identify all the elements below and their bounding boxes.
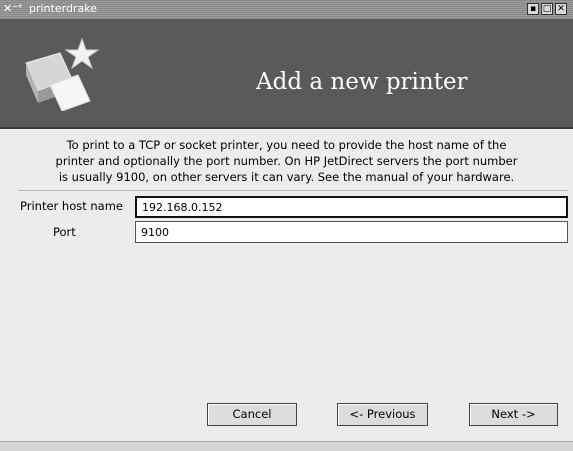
instructions-text: To print to a TCP or socket printer, you… bbox=[20, 137, 553, 185]
separator bbox=[18, 190, 568, 191]
window-title: printerdrake bbox=[29, 2, 97, 15]
instructions-line: is usually 9100, on other servers it can… bbox=[58, 170, 515, 184]
port-label: Port bbox=[53, 225, 76, 239]
port-input[interactable] bbox=[135, 221, 568, 243]
close-button[interactable]: ✕ bbox=[555, 3, 567, 15]
title-bar[interactable]: ✕⁻ᐩ printerdrake ▪ □ ✕ bbox=[0, 0, 573, 20]
wizard-banner: Add a new printer bbox=[0, 19, 573, 129]
previous-button[interactable]: <- Previous bbox=[337, 403, 428, 426]
instructions-line: To print to a TCP or socket printer, you… bbox=[66, 138, 507, 152]
instructions-line: printer and optionally the port number. … bbox=[55, 154, 518, 168]
host-name-input[interactable] bbox=[135, 196, 568, 218]
host-label: Printer host name bbox=[20, 199, 124, 213]
next-button[interactable]: Next -> bbox=[469, 403, 558, 426]
printer-star-icon bbox=[25, 37, 100, 111]
page-title: Add a new printer bbox=[256, 69, 468, 95]
minimize-button[interactable]: ▪ bbox=[527, 3, 539, 15]
app-menu-icon[interactable]: ✕⁻ᐩ bbox=[3, 1, 25, 17]
cancel-button[interactable]: Cancel bbox=[207, 403, 297, 426]
maximize-button[interactable]: □ bbox=[541, 3, 553, 15]
